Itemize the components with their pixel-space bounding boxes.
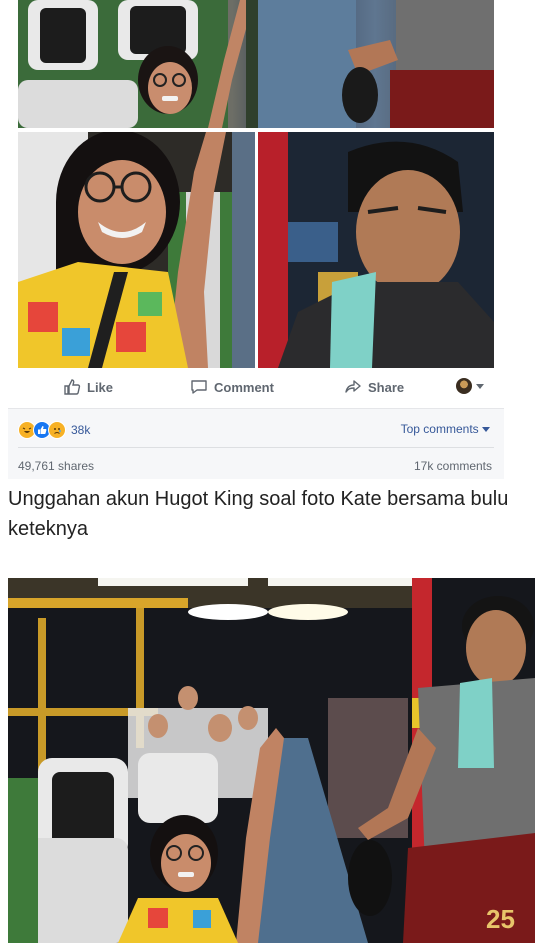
post-photo-top[interactable] — [18, 0, 494, 128]
comment-icon — [191, 380, 207, 394]
share-icon — [345, 380, 361, 393]
roller-coaster-photo: 25 — [8, 578, 535, 943]
reaction-summary[interactable]: 38k — [18, 421, 90, 439]
share-label: Share — [368, 379, 405, 395]
image-caption: Unggahan akun Hugot King soal foto Kate … — [8, 488, 509, 540]
girl-selfie — [18, 132, 255, 368]
caret-down-icon — [482, 427, 490, 432]
caret-down-icon — [476, 384, 484, 389]
like-button[interactable]: Like — [63, 378, 113, 396]
man-portrait — [258, 132, 494, 368]
post-photo-right[interactable] — [258, 132, 494, 368]
sad-icon — [48, 421, 66, 439]
like-label: Like — [87, 379, 114, 395]
comments-count[interactable]: 17k comments — [414, 459, 492, 473]
jersey-number: 25 — [486, 904, 515, 934]
avatar — [456, 378, 472, 394]
thumbs-up-icon — [64, 379, 81, 395]
reaction-count[interactable]: 38k — [71, 423, 90, 437]
article-photo-roller-coaster: 25 — [8, 578, 535, 943]
reactions-panel: 38k Top comments 49,761 shares 17k comme… — [8, 408, 504, 479]
share-button[interactable]: Share — [344, 378, 404, 396]
divider — [18, 447, 494, 448]
comment-button[interactable]: Comment — [190, 378, 274, 396]
react-as-selector[interactable] — [456, 378, 485, 394]
top-comments-dropdown[interactable]: Top comments — [401, 422, 490, 436]
post-photo-left[interactable] — [18, 132, 255, 368]
top-comments-label: Top comments — [400, 422, 479, 436]
roller-coaster-scene — [18, 0, 494, 128]
shares-count[interactable]: 49,761 shares — [18, 459, 94, 473]
comment-label: Comment — [214, 379, 274, 395]
post-action-bar: Like Comment Share — [18, 372, 494, 404]
